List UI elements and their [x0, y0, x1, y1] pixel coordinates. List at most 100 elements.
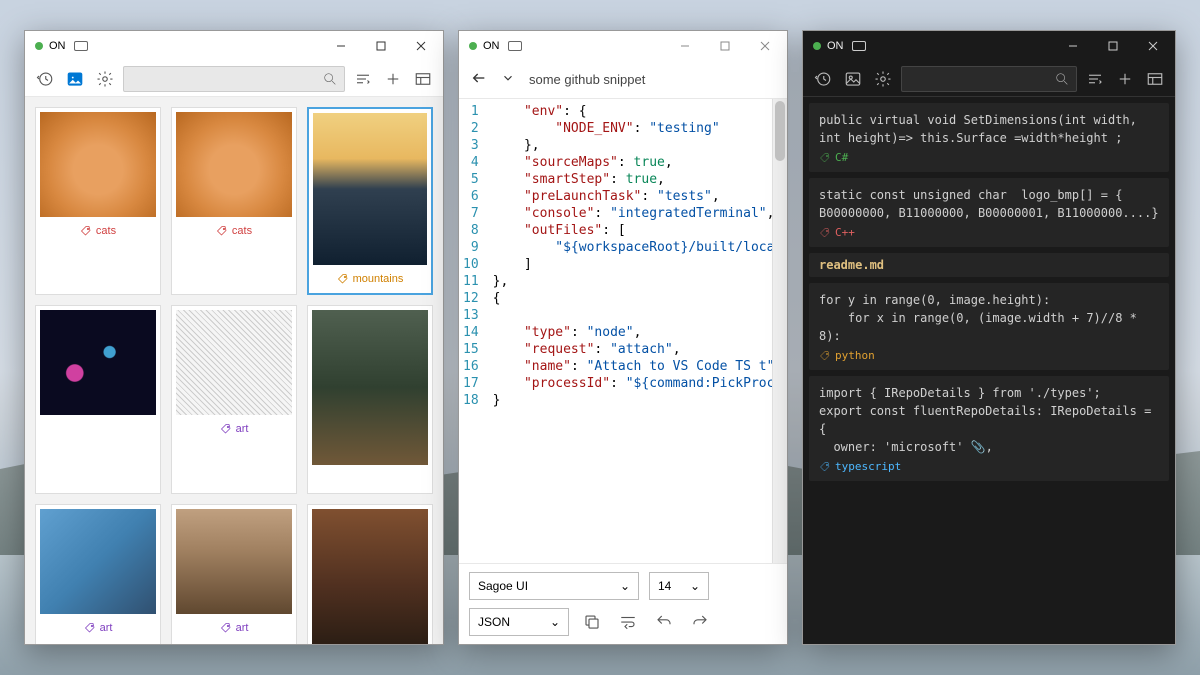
toolbar: [25, 61, 443, 97]
layout-icon[interactable]: [411, 67, 435, 91]
list-filter-icon[interactable]: [1083, 67, 1107, 91]
snippet-card[interactable]: public virtual void SetDimensions(int wi…: [809, 103, 1169, 172]
add-icon[interactable]: [381, 67, 405, 91]
tag-line: art: [176, 419, 292, 439]
lang-tag: C++: [819, 226, 1159, 239]
undo-icon[interactable]: [651, 609, 677, 635]
snippets-window: ON public virtual void SetDimensions(int…: [802, 30, 1176, 645]
redo-icon[interactable]: [687, 609, 713, 635]
thumbnail: [176, 112, 292, 217]
chevron-down-icon[interactable]: [501, 71, 515, 88]
thumbnail: [40, 310, 156, 415]
editor-window: ON some github snippet 12345678910111213…: [458, 30, 788, 645]
titlebar[interactable]: ON: [803, 31, 1175, 61]
status-dot: [813, 42, 821, 50]
lang-tag: C#: [819, 151, 1159, 164]
tag-icon: [84, 622, 96, 634]
lang-tag: typescript: [819, 460, 1159, 473]
thumbnail: [176, 509, 292, 614]
tag-icon: [220, 622, 232, 634]
tag-icon: [220, 423, 232, 435]
size-value: 14: [658, 579, 671, 593]
gallery-card[interactable]: [307, 504, 433, 644]
toolbar: [803, 61, 1175, 97]
close-button[interactable]: [1133, 31, 1173, 61]
tag-line: art: [176, 618, 292, 638]
monitor-icon: [852, 41, 866, 51]
titlebar[interactable]: ON: [25, 31, 443, 61]
gallery-card[interactable]: art: [35, 504, 161, 644]
gallery-card[interactable]: cats: [35, 107, 161, 295]
snippet-title: some github snippet: [529, 72, 645, 87]
status-dot: [35, 42, 43, 50]
history-icon[interactable]: [33, 67, 57, 91]
tag-line: mountains: [313, 269, 427, 289]
line-gutter: 123456789101112131415161718: [459, 99, 489, 563]
chevron-down-icon: ⌄: [620, 579, 630, 593]
tag-icon: [216, 225, 228, 237]
tag-line: [40, 419, 156, 439]
titlebar[interactable]: ON: [459, 31, 787, 61]
code-area[interactable]: 123456789101112131415161718 "env": { "NO…: [459, 99, 787, 563]
snippet-card[interactable]: static const unsigned char logo_bmp[] = …: [809, 178, 1169, 247]
status-dot: [469, 42, 477, 50]
code-lines[interactable]: "env": { "NODE_ENV": "testing" }, "sourc…: [489, 99, 787, 563]
tag-text: art: [100, 622, 113, 634]
layout-icon[interactable]: [1143, 67, 1167, 91]
snippet-card[interactable]: readme.md: [809, 253, 1169, 277]
gallery-card[interactable]: mountains: [307, 107, 433, 295]
close-button[interactable]: [745, 31, 785, 61]
gallery-card[interactable]: art: [171, 305, 297, 494]
tag-text: art: [236, 423, 249, 435]
back-icon[interactable]: [471, 70, 487, 89]
gallery-card[interactable]: [35, 305, 161, 494]
snippet-code: static const unsigned char logo_bmp[] = …: [819, 186, 1159, 222]
tag-icon: [337, 273, 349, 285]
maximize-button[interactable]: [705, 31, 745, 61]
tag-text: cats: [96, 225, 116, 237]
chevron-down-icon: ⌄: [690, 579, 700, 593]
history-icon[interactable]: [811, 67, 835, 91]
settings-icon[interactable]: [871, 67, 895, 91]
gallery-card[interactable]: cats: [171, 107, 297, 295]
on-label: ON: [483, 40, 500, 52]
image-view-icon[interactable]: [63, 67, 87, 91]
image-view-icon[interactable]: [841, 67, 865, 91]
gallery-window: ON cats cats mountains art art art: [24, 30, 444, 645]
font-select[interactable]: Sagoe UI⌄: [469, 572, 639, 600]
on-label: ON: [49, 40, 66, 52]
lang-value: JSON: [478, 615, 510, 629]
snippet-card[interactable]: import { IRepoDetails } from './types'; …: [809, 376, 1169, 481]
snippet-code: import { IRepoDetails } from './types'; …: [819, 384, 1159, 456]
minimize-button[interactable]: [665, 31, 705, 61]
gallery-card[interactable]: art: [171, 504, 297, 644]
tag-text: cats: [232, 225, 252, 237]
minimize-button[interactable]: [1053, 31, 1093, 61]
list-filter-icon[interactable]: [351, 67, 375, 91]
lang-select[interactable]: JSON⌄: [469, 608, 569, 636]
maximize-button[interactable]: [361, 31, 401, 61]
copy-icon[interactable]: [579, 609, 605, 635]
snippet-card[interactable]: for y in range(0, image.height): for x i…: [809, 283, 1169, 370]
add-icon[interactable]: [1113, 67, 1137, 91]
settings-icon[interactable]: [93, 67, 117, 91]
filename: readme.md: [819, 258, 1159, 272]
search-input[interactable]: [901, 66, 1077, 92]
maximize-button[interactable]: [1093, 31, 1133, 61]
snippets-content: public virtual void SetDimensions(int wi…: [803, 97, 1175, 644]
thumbnail: [40, 112, 156, 217]
editor-footer: Sagoe UI⌄ 14⌄ JSON⌄: [459, 563, 787, 644]
tag-line: art: [40, 618, 156, 638]
size-select[interactable]: 14 ⌄: [649, 572, 709, 600]
lang-tag: python: [819, 349, 1159, 362]
search-input[interactable]: [123, 66, 345, 92]
gallery-card[interactable]: [307, 305, 433, 494]
close-button[interactable]: [401, 31, 441, 61]
snippet-code: for y in range(0, image.height): for x i…: [819, 291, 1159, 345]
tag-line: [312, 469, 428, 489]
minimize-button[interactable]: [321, 31, 361, 61]
tag-text: art: [236, 622, 249, 634]
wrap-icon[interactable]: [615, 609, 641, 635]
scrollbar-thumb[interactable]: [775, 101, 785, 161]
thumbnail: [176, 310, 292, 415]
